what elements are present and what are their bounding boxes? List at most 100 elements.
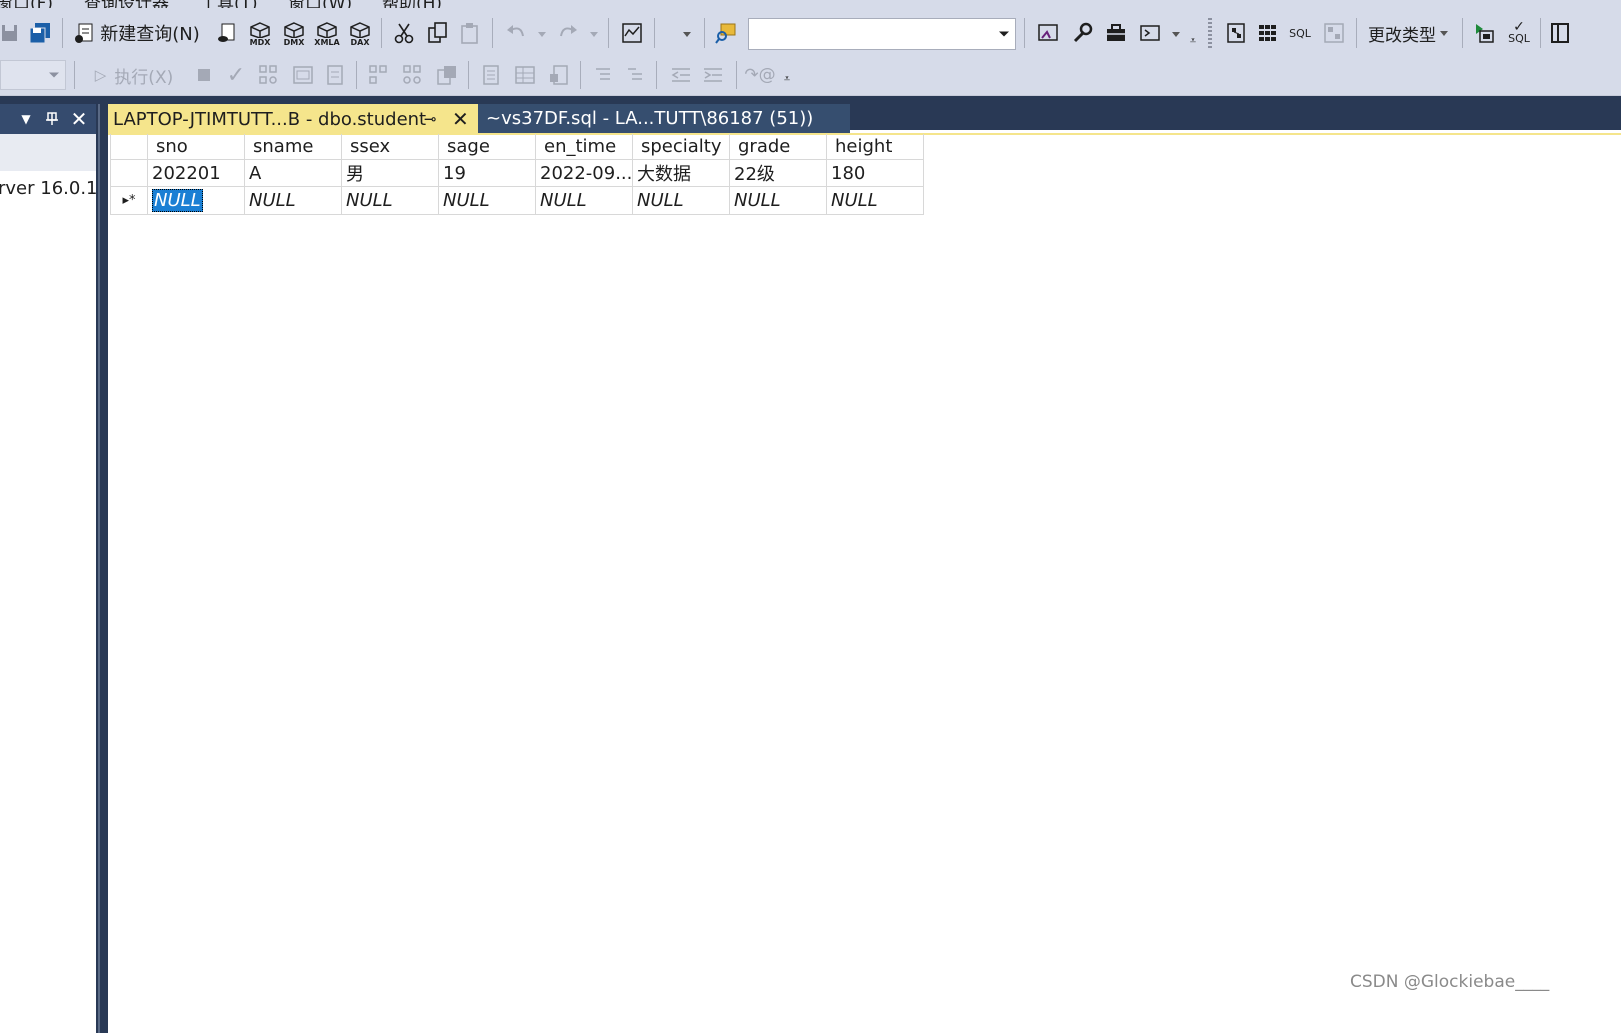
column-header-grade[interactable]: grade bbox=[730, 134, 827, 160]
execute-button[interactable]: ▷ 执行(X) bbox=[88, 61, 180, 89]
menu-item-window-f[interactable]: 窗口(F) bbox=[0, 0, 53, 8]
show-criteria-pane-icon[interactable] bbox=[1254, 20, 1282, 46]
row-selector[interactable] bbox=[110, 160, 148, 187]
parse-checkmark-icon[interactable]: ✓ bbox=[224, 61, 248, 89]
cell-sname[interactable]: A bbox=[245, 160, 342, 187]
chevron-down-icon bbox=[49, 72, 59, 78]
toolbox-icon[interactable] bbox=[1102, 20, 1130, 46]
window-position-dropdown-icon[interactable]: ▼ bbox=[14, 104, 38, 134]
save-all-icon[interactable] bbox=[26, 20, 54, 46]
results-to-grid-icon[interactable] bbox=[512, 61, 538, 89]
dmx-query-button[interactable]: DMX bbox=[280, 18, 308, 50]
results-to-text-icon[interactable] bbox=[478, 61, 504, 89]
menu-bar: 窗口(F) 查询设计器 工具(T) 窗口(W) 帮助(H) bbox=[0, 0, 1621, 8]
standard-toolbar: 新建查询(N) MDX DMX XMLA DAX ⩡ SQL 更改类型 ✓ SQ… bbox=[0, 8, 1621, 56]
menu-item-window[interactable]: 窗口(W) bbox=[288, 0, 352, 8]
redo-dropdown-icon[interactable] bbox=[590, 32, 598, 37]
dax-query-button[interactable]: DAX bbox=[346, 18, 374, 50]
results-to-file-icon[interactable] bbox=[546, 61, 572, 89]
search-combo[interactable] bbox=[748, 18, 1016, 50]
undo-dropdown-icon[interactable] bbox=[538, 32, 546, 37]
tab-sql-query[interactable]: ~vs37DF.sql - LA...TUTT\86187 (51)) bbox=[478, 104, 850, 133]
pin-icon[interactable] bbox=[40, 104, 64, 134]
toolbar2-overflow-icon[interactable]: ⩡ bbox=[780, 72, 794, 86]
column-header-height[interactable]: height bbox=[827, 134, 924, 160]
cell-sno[interactable]: 202201 bbox=[148, 160, 245, 187]
close-panel-icon[interactable]: ✕ bbox=[66, 104, 92, 134]
menu-item-tools[interactable]: 工具(T) bbox=[200, 0, 258, 8]
row-header-corner[interactable] bbox=[110, 134, 148, 160]
solution-config-dropdown-icon[interactable] bbox=[683, 32, 691, 37]
cell-en-time-null[interactable]: NULL bbox=[536, 187, 633, 215]
wrench-icon[interactable] bbox=[1068, 20, 1096, 46]
redo-icon[interactable] bbox=[554, 20, 582, 46]
toolbar-overflow-icon[interactable]: ⩡ bbox=[1186, 34, 1200, 48]
show-diagram-pane-icon[interactable] bbox=[1222, 20, 1250, 46]
display-plan-icon[interactable] bbox=[256, 61, 282, 89]
stop-icon[interactable] bbox=[194, 61, 214, 89]
database-engine-query-icon[interactable] bbox=[214, 20, 240, 46]
new-query-icon bbox=[75, 23, 93, 43]
object-explorer-toolbar bbox=[0, 134, 96, 171]
comment-out-icon[interactable] bbox=[590, 61, 616, 89]
new-query-button[interactable]: 新建查询(N) bbox=[72, 20, 202, 46]
command-window-icon[interactable] bbox=[1136, 20, 1164, 46]
menu-item-help[interactable]: 帮助(H) bbox=[382, 0, 442, 8]
selected-null-text: NULL bbox=[152, 189, 203, 212]
cell-grade[interactable]: 22级 bbox=[730, 160, 827, 187]
column-header-ssex[interactable]: ssex bbox=[342, 134, 439, 160]
cell-height-null[interactable]: NULL bbox=[827, 187, 924, 215]
xmla-query-button[interactable]: XMLA bbox=[312, 18, 342, 50]
copy-icon[interactable] bbox=[424, 20, 452, 46]
command-window-dropdown-icon[interactable] bbox=[1172, 32, 1180, 37]
activity-monitor-icon[interactable] bbox=[618, 20, 646, 46]
cell-specialty[interactable]: 大数据 bbox=[633, 160, 730, 187]
decrease-indent-icon[interactable] bbox=[668, 61, 694, 89]
column-header-specialty[interactable]: specialty bbox=[633, 134, 730, 160]
cell-sname-null[interactable]: NULL bbox=[245, 187, 342, 215]
uncomment-icon[interactable] bbox=[622, 61, 648, 89]
properties-window-icon[interactable] bbox=[1034, 20, 1062, 46]
new-row-indicator[interactable]: ▸* bbox=[110, 187, 148, 215]
client-statistics-icon[interactable] bbox=[434, 61, 460, 89]
database-combo[interactable] bbox=[0, 60, 66, 90]
cell-sage[interactable]: 19 bbox=[439, 160, 536, 187]
tab-dbo-student[interactable]: LAPTOP-JTIMTUTT...B - dbo.student ⊸ ✕ bbox=[108, 104, 478, 135]
cell-height[interactable]: 180 bbox=[827, 160, 924, 187]
cell-ssex[interactable]: 男 bbox=[342, 160, 439, 187]
server-node-label[interactable]: rver 16.0.10 bbox=[0, 178, 96, 199]
panel-splitter[interactable] bbox=[96, 104, 108, 1033]
increase-indent-icon[interactable] bbox=[700, 61, 726, 89]
query-options-icon[interactable] bbox=[290, 61, 316, 89]
change-type-button[interactable]: 更改类型 bbox=[1364, 20, 1452, 46]
cut-icon[interactable] bbox=[390, 20, 418, 46]
column-header-en-time[interactable]: en_time bbox=[536, 134, 633, 160]
cell-sno-null[interactable]: NULL bbox=[148, 187, 245, 215]
pin-icon[interactable]: ⊸ bbox=[424, 110, 437, 128]
undo-icon[interactable] bbox=[502, 20, 530, 46]
paste-icon[interactable] bbox=[456, 20, 484, 46]
column-header-sname[interactable]: sname bbox=[245, 134, 342, 160]
verify-sql-button[interactable]: ✓ SQL bbox=[1504, 18, 1534, 48]
cell-ssex-null[interactable]: NULL bbox=[342, 187, 439, 215]
show-sql-pane-button[interactable]: SQL bbox=[1286, 20, 1314, 46]
specify-template-values-icon[interactable]: ↷@ bbox=[744, 61, 775, 89]
close-tab-icon[interactable]: ✕ bbox=[452, 107, 469, 131]
execute-sql-icon[interactable] bbox=[1470, 20, 1498, 46]
include-actual-plan-icon[interactable] bbox=[366, 61, 392, 89]
save-icon[interactable] bbox=[0, 20, 20, 46]
cell-sage-null[interactable]: NULL bbox=[439, 187, 536, 215]
add-group-by-icon[interactable] bbox=[1548, 20, 1572, 46]
live-query-stats-icon[interactable] bbox=[400, 61, 426, 89]
intellisense-icon[interactable] bbox=[322, 61, 348, 89]
menu-item-query-designer[interactable]: 查询设计器 bbox=[84, 0, 169, 8]
cell-grade-null[interactable]: NULL bbox=[730, 187, 827, 215]
toolbar-grip[interactable] bbox=[1208, 18, 1212, 50]
cell-en-time[interactable]: 2022-09... bbox=[536, 160, 633, 187]
mdx-query-button[interactable]: MDX bbox=[246, 18, 274, 50]
column-header-sno[interactable]: sno bbox=[148, 134, 245, 160]
find-in-files-icon[interactable] bbox=[712, 20, 740, 46]
show-results-pane-icon[interactable] bbox=[1320, 20, 1348, 46]
column-header-sage[interactable]: sage bbox=[439, 134, 536, 160]
cell-specialty-null[interactable]: NULL bbox=[633, 187, 730, 215]
